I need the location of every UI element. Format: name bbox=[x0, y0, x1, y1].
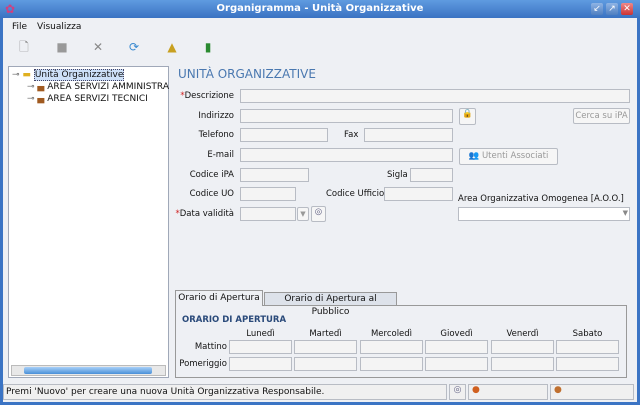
day-header: Venerdì bbox=[506, 329, 539, 339]
orario-pomeriggio-5-input[interactable] bbox=[556, 357, 619, 371]
fax-label: Fax bbox=[344, 130, 359, 140]
calendar-status-icon: ◎ bbox=[449, 384, 466, 400]
cerca-ipa-button[interactable]: Cerca su iPA bbox=[573, 108, 630, 124]
orario-mattino-3-input[interactable] bbox=[425, 340, 488, 354]
orario-pomeriggio-2-input[interactable] bbox=[360, 357, 423, 371]
lock-icon[interactable]: 🔒 bbox=[459, 108, 476, 125]
tree-item-label: AREA SERVIZI AMMINISTRA bbox=[47, 82, 169, 92]
row-label: Pomeriggio bbox=[179, 359, 227, 369]
folder-up-icon[interactable]: ▲ bbox=[165, 40, 179, 54]
minimize-button[interactable]: ↙ bbox=[591, 3, 603, 15]
tree-item-label: AREA SERVIZI TECNICI bbox=[47, 94, 148, 104]
utenti-associati-button[interactable]: 👥 Utenti Associati bbox=[459, 148, 558, 165]
sigla-input[interactable] bbox=[410, 168, 453, 182]
orario-pomeriggio-4-input[interactable] bbox=[491, 357, 554, 371]
data-validita-label: *Data validità bbox=[175, 209, 234, 219]
tree-panel: ⊸ ▬ Unità Organizzative ⊸ ▄ AREA SERVIZI… bbox=[8, 66, 169, 378]
codice-ipa-input[interactable] bbox=[240, 168, 309, 182]
expander-icon[interactable]: ⊸ bbox=[12, 70, 20, 80]
tree-item[interactable]: ⊸ ▄ AREA SERVIZI TECNICI bbox=[27, 94, 148, 104]
scrollbar-thumb[interactable] bbox=[24, 367, 152, 374]
day-header: Martedì bbox=[309, 329, 342, 339]
desk-icon: ▄ bbox=[37, 94, 45, 104]
tree-root-label[interactable]: Unità Organizzative bbox=[33, 69, 125, 81]
descrizione-label: *Descrizione bbox=[180, 91, 234, 101]
page-title: UNITÀ ORGANIZZATIVE bbox=[178, 67, 316, 81]
orario-pomeriggio-0-input[interactable] bbox=[229, 357, 292, 371]
day-header: Mercoledì bbox=[370, 329, 413, 339]
folder-icon: ▬ bbox=[22, 70, 31, 80]
email-label: E-mail bbox=[207, 150, 234, 160]
orario-mattino-1-input[interactable] bbox=[294, 340, 357, 354]
descrizione-input[interactable] bbox=[240, 89, 630, 103]
menu-visualizza[interactable]: Visualizza bbox=[37, 22, 81, 32]
window-title: Organigramma - Unità Organizzative bbox=[216, 3, 424, 14]
orario-mattino-5-input[interactable] bbox=[556, 340, 619, 354]
orario-mattino-0-input[interactable] bbox=[229, 340, 292, 354]
expander-icon[interactable]: ⊸ bbox=[27, 82, 35, 92]
email-input[interactable] bbox=[240, 148, 453, 162]
fax-input[interactable] bbox=[364, 128, 453, 142]
refresh-icon[interactable]: ⟳ bbox=[127, 40, 141, 54]
sigla-label: Sigla bbox=[387, 170, 408, 180]
codice-ufficio-input[interactable] bbox=[384, 187, 453, 201]
day-header: Sabato bbox=[572, 329, 603, 339]
day-header: Lunedì bbox=[246, 329, 275, 339]
codice-ipa-label: Codice iPA bbox=[189, 170, 234, 180]
calendar-icon[interactable]: ◎ bbox=[311, 206, 326, 222]
orario-heading: ORARIO DI APERTURA bbox=[182, 315, 287, 325]
tab-orario-apertura[interactable]: Orario di Apertura bbox=[175, 290, 263, 306]
day-header: Giovedì bbox=[440, 329, 473, 339]
horizontal-scrollbar[interactable] bbox=[11, 365, 166, 376]
aoo-label: Area Organizzativa Omogenea [A.O.O.] bbox=[458, 194, 624, 204]
app-icon: ✿ bbox=[5, 2, 16, 16]
maximize-button[interactable]: ↗ bbox=[606, 3, 618, 15]
codice-ufficio-label: Codice Ufficio bbox=[326, 189, 385, 199]
status-text: Premi 'Nuovo' per creare una nuova Unità… bbox=[3, 384, 447, 400]
user-icon: ● bbox=[468, 384, 548, 400]
title-bar: Organigramma - Unità Organizzative bbox=[0, 0, 640, 18]
save-icon[interactable]: ■ bbox=[55, 40, 69, 54]
main-window: File Visualizza 🗋 ■ ✕ ⟳ ▲ ▮ ⊸ ▬ Unità Or… bbox=[3, 18, 637, 402]
delete-icon[interactable]: ✕ bbox=[91, 40, 105, 54]
chevron-down-icon[interactable]: ▼ bbox=[623, 209, 628, 217]
menu-file[interactable]: File bbox=[12, 22, 27, 32]
row-label: Mattino bbox=[194, 342, 227, 352]
indirizzo-input[interactable] bbox=[240, 109, 453, 123]
orario-pomeriggio-3-input[interactable] bbox=[425, 357, 488, 371]
codice-uo-input[interactable] bbox=[240, 187, 296, 201]
tree-item[interactable]: ⊸ ▄ AREA SERVIZI AMMINISTRA bbox=[27, 82, 169, 92]
tree-root[interactable]: ⊸ ▬ Unità Organizzative bbox=[12, 69, 125, 81]
codice-uo-label: Codice UO bbox=[189, 189, 234, 199]
orario-mattino-2-input[interactable] bbox=[360, 340, 423, 354]
aoo-select[interactable]: ▼ bbox=[458, 207, 630, 221]
indirizzo-label: Indirizzo bbox=[198, 111, 234, 121]
new-icon[interactable]: 🗋 bbox=[17, 40, 31, 54]
orario-mattino-4-input[interactable] bbox=[491, 340, 554, 354]
telefono-input[interactable] bbox=[240, 128, 328, 142]
date-dropdown-button[interactable]: ▼ bbox=[297, 207, 309, 221]
telefono-label: Telefono bbox=[198, 130, 234, 140]
tab-orario-pubblico[interactable]: Orario di Apertura al Pubblico bbox=[264, 292, 397, 317]
expander-icon[interactable]: ⊸ bbox=[27, 94, 35, 104]
user-info-icon: ● bbox=[550, 384, 634, 400]
close-button[interactable]: ✕ bbox=[621, 3, 633, 15]
users-icon: 👥 bbox=[468, 151, 480, 161]
orario-pomeriggio-1-input[interactable] bbox=[294, 357, 357, 371]
exit-icon[interactable]: ▮ bbox=[201, 40, 215, 54]
data-validita-input[interactable] bbox=[240, 207, 296, 221]
desk-icon: ▄ bbox=[37, 82, 45, 92]
